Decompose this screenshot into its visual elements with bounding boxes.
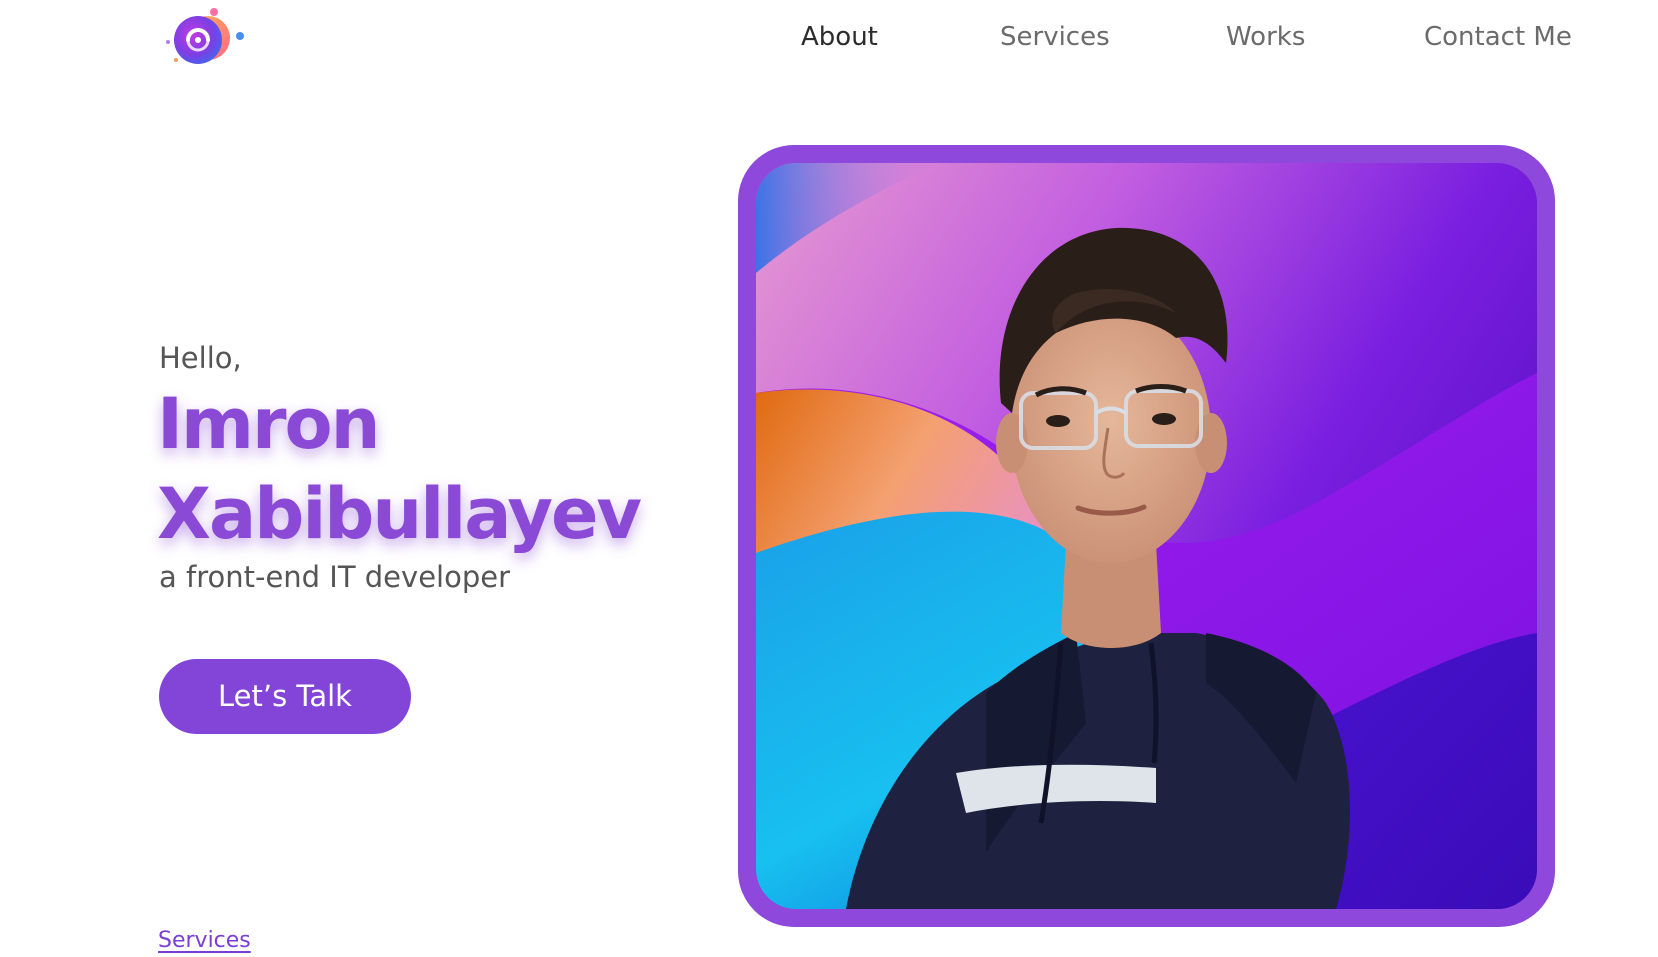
page: About Services Works Contact Me Hello, I… [0,0,1658,957]
nav-link-works[interactable]: Works [1226,20,1305,54]
hero-greeting: Hello, [159,341,242,375]
hero-role: a front-end IT developer [159,560,511,594]
portrait-frame [738,145,1555,927]
portrait-photo [756,163,1537,909]
hero-first-name: Imron [157,383,380,465]
nav-link-about[interactable]: About [801,20,878,54]
main-nav: About Services Works Contact Me [0,20,1658,60]
portrait-image [756,163,1537,909]
nav-link-services[interactable]: Services [1000,20,1110,54]
nav-link-contact[interactable]: Contact Me [1424,20,1572,54]
lets-talk-button[interactable]: Let’s Talk [159,659,411,734]
hero-last-name: Xabibullayev [157,473,642,555]
services-link[interactable]: Services [158,927,251,955]
